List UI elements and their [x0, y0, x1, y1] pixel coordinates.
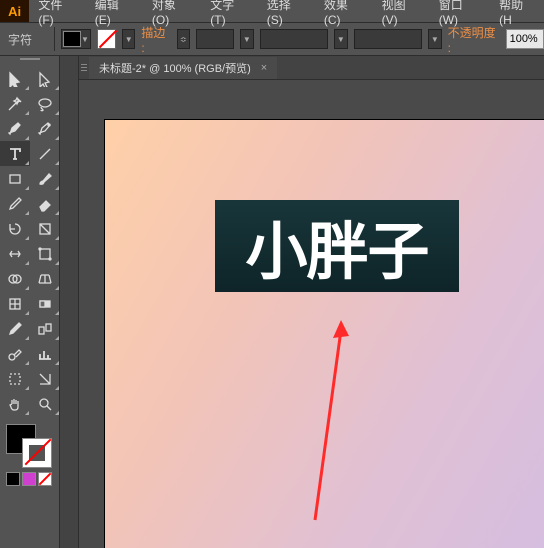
document-tab-strip: 未标题-2* @ 100% (RGB/预览) ×	[79, 56, 544, 80]
perspective-grid-tool[interactable]	[30, 266, 60, 291]
eraser-tool[interactable]	[30, 191, 60, 216]
mesh-tool[interactable]	[0, 291, 30, 316]
character-panel-link[interactable]: 字符	[8, 31, 48, 48]
scale-tool[interactable]	[30, 216, 60, 241]
document-tab[interactable]: 未标题-2* @ 100% (RGB/预览) ×	[89, 57, 277, 79]
stroke-weight-dropdown[interactable]: ▼	[240, 29, 253, 49]
gradient-tool[interactable]	[30, 291, 60, 316]
stroke-stepper[interactable]: ≎	[177, 29, 190, 49]
panel-dock-strip[interactable]	[60, 56, 79, 548]
zoom-tool[interactable]	[30, 391, 60, 416]
direct-selection-tool[interactable]	[30, 66, 60, 91]
canvas[interactable]: 小胖子	[79, 80, 544, 548]
draw-mode-row	[0, 468, 59, 490]
selection-tool[interactable]	[0, 66, 30, 91]
annotation-arrow-icon	[311, 320, 351, 530]
document-tab-title: 未标题-2* @ 100% (RGB/预览)	[99, 60, 251, 76]
line-segment-tool[interactable]	[30, 141, 60, 166]
free-transform-tool[interactable]	[30, 241, 60, 266]
menu-view[interactable]: 视图(V)	[373, 0, 430, 27]
toolbox-drag-handle[interactable]	[0, 56, 59, 66]
stroke-label: 描边 :	[141, 24, 170, 55]
eyedropper-tool[interactable]	[0, 316, 30, 341]
opacity-input[interactable]: 100%	[506, 29, 544, 49]
pen-tool[interactable]	[0, 116, 30, 141]
stroke-swatch[interactable]	[22, 438, 52, 468]
swatch-0[interactable]	[6, 472, 20, 486]
menu-bar: Ai 文件(F) 编辑(E) 对象(O) 文字(T) 选择(S) 效果(C) 视…	[0, 0, 544, 22]
options-bar: 字符 ▼ ▼ 描边 : ≎ ▼ ▼ ▼ 不透明度 : 100%	[0, 22, 544, 56]
width-tool[interactable]	[0, 241, 30, 266]
brush-dropdown[interactable]: ▼	[428, 29, 441, 49]
swatch-2[interactable]	[38, 472, 52, 486]
opacity-label: 不透明度 :	[448, 24, 500, 55]
hand-tool[interactable]	[0, 391, 30, 416]
lasso-tool[interactable]	[30, 91, 60, 116]
brush-definition[interactable]	[354, 29, 423, 49]
menu-select[interactable]: 选择(S)	[258, 0, 315, 27]
fill-color-swatch[interactable]: ▼	[61, 29, 91, 49]
menu-type[interactable]: 文字(T)	[201, 0, 257, 27]
tab-drag-handle[interactable]	[79, 56, 89, 80]
shape-builder-tool[interactable]	[0, 266, 30, 291]
paintbrush-tool[interactable]	[30, 166, 60, 191]
swatch-1[interactable]	[22, 472, 36, 486]
fill-stroke-control[interactable]	[0, 420, 59, 468]
slice-tool[interactable]	[30, 366, 60, 391]
pencil-tool[interactable]	[0, 191, 30, 216]
menu-effect[interactable]: 效果(C)	[315, 0, 373, 27]
text-content: 小胖子	[245, 201, 428, 291]
column-graph-tool[interactable]	[30, 341, 60, 366]
menu-file[interactable]: 文件(F)	[29, 0, 85, 27]
stroke-weight-input[interactable]	[196, 29, 234, 49]
magic-wand-tool[interactable]	[0, 91, 30, 116]
blend-tool[interactable]	[30, 316, 60, 341]
artboard-tool[interactable]	[0, 366, 30, 391]
close-icon[interactable]: ×	[261, 62, 267, 74]
stroke-none-icon[interactable]	[97, 29, 116, 49]
artboard[interactable]: 小胖子	[105, 120, 544, 548]
variable-width-profile[interactable]	[260, 29, 329, 49]
curvature-tool[interactable]	[30, 116, 60, 141]
menu-edit[interactable]: 编辑(E)	[86, 0, 143, 27]
separator	[54, 27, 55, 51]
text-frame[interactable]: 小胖子	[215, 200, 459, 292]
symbol-sprayer-tool[interactable]	[0, 341, 30, 366]
rectangle-tool[interactable]	[0, 166, 30, 191]
variable-width-dropdown[interactable]: ▼	[334, 29, 347, 49]
stroke-swatch-dropdown[interactable]: ▼	[122, 29, 135, 49]
rotate-tool[interactable]	[0, 216, 30, 241]
type-tool[interactable]	[0, 141, 30, 166]
toolbox	[0, 56, 60, 548]
app-badge-icon: Ai	[0, 0, 29, 22]
